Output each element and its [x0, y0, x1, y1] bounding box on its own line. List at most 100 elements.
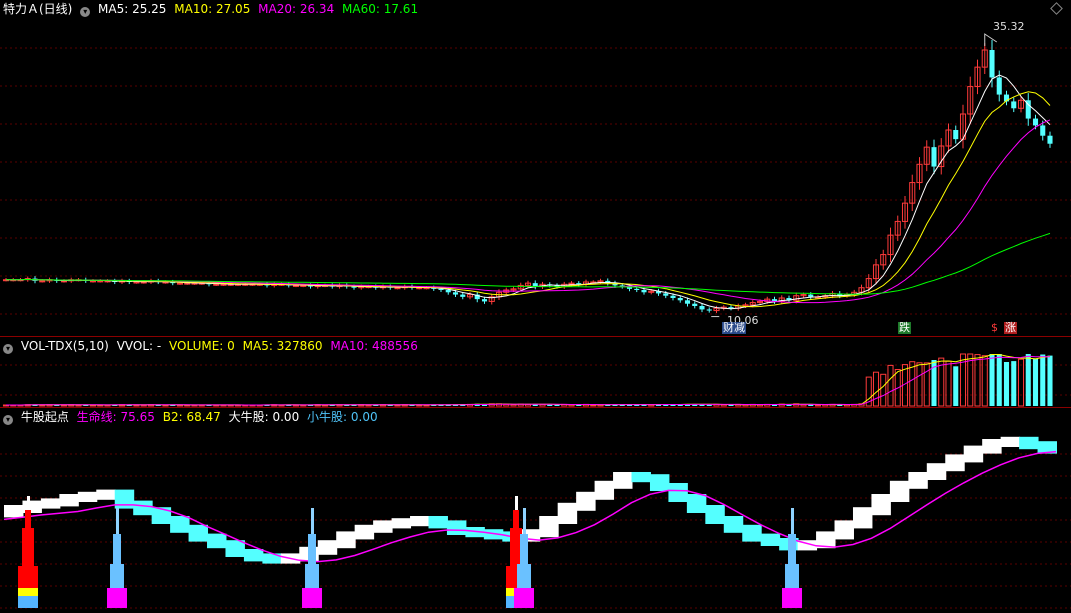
- vvol-label: VVOL: -: [116, 339, 162, 353]
- life-band-block: [631, 472, 651, 483]
- volume-bar-up: [945, 360, 952, 407]
- event-marker-down[interactable]: 跌: [898, 322, 911, 334]
- candle-down: [684, 300, 691, 304]
- signal-base: [302, 588, 322, 608]
- collapse-icon[interactable]: ▾: [3, 344, 13, 354]
- high-marker: [984, 33, 998, 46]
- collapse-icon[interactable]: ▾: [80, 7, 91, 17]
- high-price-label: 35.32: [993, 20, 1025, 33]
- candle-up: [89, 280, 97, 283]
- life-band-block: [945, 454, 965, 472]
- price-chart[interactable]: [0, 0, 1071, 336]
- volume-bar-up: [909, 361, 916, 407]
- event-marker-dollar[interactable]: $: [990, 322, 999, 334]
- price-header: 特力Ａ(日线) ▾ MA5: 25.25 MA10: 27.05 MA20: 2…: [3, 2, 422, 17]
- volume-bar-up: [880, 373, 887, 407]
- volume-bar-down: [1040, 354, 1046, 406]
- candle-down: [706, 309, 712, 311]
- candle-up: [97, 280, 104, 283]
- life-band-block: [926, 463, 947, 480]
- signal-bar: [305, 564, 319, 588]
- volume-bar-up: [510, 404, 517, 407]
- signal-base: [107, 588, 127, 608]
- life-band-block: [852, 507, 873, 529]
- volume-bar-up: [967, 353, 974, 407]
- volume-bar-down: [1003, 362, 1010, 406]
- candle-down: [452, 292, 459, 295]
- signal-bar: [517, 564, 531, 588]
- candle-down: [634, 288, 640, 290]
- life-band-block: [557, 502, 578, 524]
- signal-base: [18, 596, 38, 608]
- life-band-block: [114, 489, 135, 509]
- candle-down: [677, 298, 683, 301]
- volume-bar-down: [953, 366, 959, 406]
- life-band-block: [170, 516, 190, 533]
- volume-bar-down: [1047, 355, 1053, 406]
- candle-down: [663, 293, 669, 296]
- volume-bar-up: [814, 404, 822, 407]
- life-band-block: [963, 445, 984, 463]
- signal-bar: [788, 534, 796, 564]
- life-band-block: [151, 507, 172, 524]
- life-band-block: [133, 500, 153, 516]
- volume-bar-down: [989, 354, 995, 406]
- life-band-block: [207, 533, 227, 549]
- ma20-label: MA20: 26.34: [258, 2, 335, 16]
- event-marker-up[interactable]: 涨: [1004, 322, 1017, 334]
- candle-down: [996, 77, 1002, 95]
- volume-bar-down: [547, 404, 553, 406]
- life-band-block: [59, 494, 79, 507]
- life-band-block: [613, 472, 633, 489]
- life-band-block: [539, 516, 559, 538]
- candle-up: [213, 283, 220, 286]
- signal-base: [782, 588, 802, 608]
- volume-bar-up: [981, 355, 988, 407]
- candle-down: [445, 290, 451, 293]
- indicator-panel[interactable]: ▾ 牛股起点 生命线: 75.65 B2: 68.47 大牛股: 0.00 小牛…: [0, 408, 1071, 613]
- life-band-block: [225, 540, 245, 557]
- candle-down: [808, 294, 814, 297]
- life-band-block: [243, 549, 264, 562]
- candle-up: [394, 287, 401, 290]
- volume-bar-up: [590, 404, 597, 407]
- volume-panel[interactable]: ▾ VOL-TDX(5,10) VVOL: - VOLUME: 0 MA5: 3…: [0, 337, 1071, 407]
- life-band-block: [96, 489, 116, 500]
- indicator-chart[interactable]: [0, 408, 1071, 613]
- life-band-block: [262, 553, 282, 564]
- ma5-line: [6, 74, 1051, 310]
- price-panel[interactable]: 特力Ａ(日线) ▾ MA5: 25.25 MA10: 27.05 MA20: 2…: [0, 0, 1071, 336]
- collapse-icon[interactable]: ▾: [3, 415, 13, 425]
- candle-down: [670, 295, 676, 298]
- candle-up: [292, 284, 300, 287]
- life-band-block: [188, 524, 209, 542]
- volume-bar-down: [1032, 358, 1039, 406]
- candle-down: [641, 290, 647, 293]
- volume-bar-down: [996, 354, 1002, 406]
- life-band-block: [1019, 436, 1039, 450]
- life-line-label: 生命线: 75.65: [76, 410, 155, 424]
- signal-bar: [520, 534, 528, 564]
- signal-bar: [785, 564, 799, 588]
- vol-ma10-label: MA10: 488556: [330, 339, 418, 353]
- big-bull-label: 大牛股: 0.00: [228, 410, 300, 424]
- event-marker-finance[interactable]: 财减: [722, 322, 746, 334]
- volume-bar-up: [872, 371, 880, 407]
- candle-down: [1011, 101, 1017, 109]
- life-band-block: [354, 524, 375, 540]
- life-band-block: [428, 516, 448, 529]
- ma10-line: [6, 91, 1051, 308]
- ma5-label: MA5: 25.25: [98, 2, 167, 16]
- signal-bar: [25, 510, 31, 528]
- candle-up: [133, 281, 140, 284]
- life-band-block: [742, 524, 762, 542]
- life-band-block: [391, 518, 412, 529]
- b2-label: B2: 68.47: [162, 410, 221, 424]
- candle-up: [39, 280, 46, 283]
- candle-down: [1047, 135, 1053, 144]
- candle-down: [460, 294, 466, 297]
- signal-base: [514, 588, 534, 608]
- volume-header: ▾ VOL-TDX(5,10) VVOL: - VOLUME: 0 MA5: 3…: [3, 339, 422, 354]
- life-band-block: [908, 472, 928, 489]
- candle-down: [481, 299, 488, 302]
